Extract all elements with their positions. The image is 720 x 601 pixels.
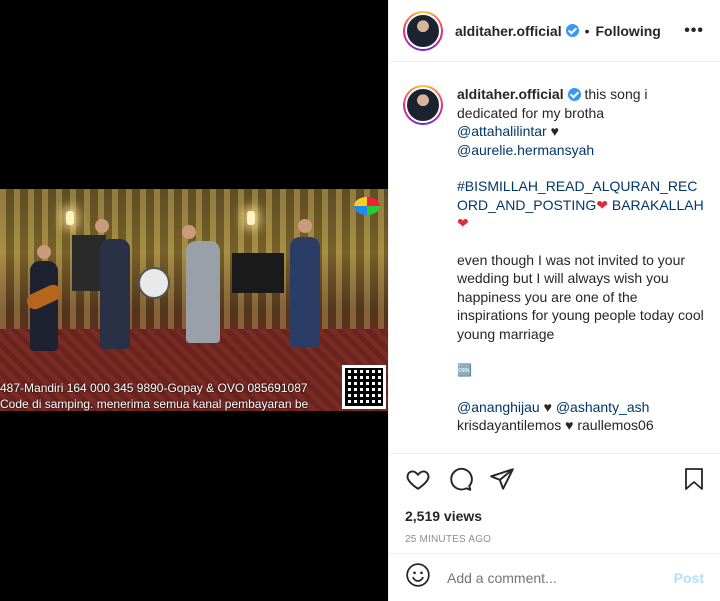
post-header: alditaher.official • Following ••• [389, 0, 720, 62]
person-head [37, 245, 51, 259]
cool-emoji-icon: 🆒 [457, 363, 472, 377]
mention-link[interactable]: @attahalilintar [457, 123, 547, 139]
separator-dot: • [584, 22, 590, 39]
verified-badge-icon [565, 24, 579, 37]
header-username[interactable]: alditaher.official [455, 23, 562, 39]
bookmark-icon[interactable] [682, 466, 706, 492]
mention-link[interactable]: @aurelie.hermansyah [457, 142, 594, 158]
bass-drum [138, 267, 170, 299]
view-count[interactable]: 2,519 views [405, 508, 706, 524]
red-heart-icon: ❤ [457, 215, 469, 231]
mention-link[interactable]: @ashanty_ash [556, 399, 650, 415]
bassist [100, 239, 130, 349]
tag-text: raullemos06 [577, 417, 654, 433]
qr-code [342, 365, 386, 409]
caption-username[interactable]: alditaher.official [457, 86, 564, 102]
post-timestamp[interactable]: 25 MINUTES AGO [405, 534, 706, 545]
person-head [95, 219, 109, 233]
comment-input[interactable] [447, 569, 674, 586]
black-heart-icon: ♥ [550, 123, 559, 139]
verified-badge-icon [567, 88, 581, 101]
ticker-line-1: 487-Mandiri 164 000 345 9890-Gopay & OVO… [0, 381, 308, 395]
share-icon[interactable] [489, 466, 515, 492]
person-head [298, 219, 312, 233]
mention-link[interactable]: @ananghijau [457, 399, 540, 415]
channel-logo-icon [354, 197, 380, 215]
heart-icon[interactable] [405, 466, 431, 492]
video-player[interactable]: 487-Mandiri 164 000 345 9890-Gopay & OVO… [0, 189, 388, 411]
add-comment-bar: Post [389, 553, 720, 601]
comments-area[interactable]: alditaher.official this song i dedicated… [389, 63, 720, 453]
red-heart-icon: ❤ [596, 196, 608, 213]
wall-lamp [66, 211, 74, 225]
post-comment-button[interactable]: Post [674, 570, 704, 586]
caption: alditaher.official this song i dedicated… [403, 85, 704, 453]
avatar[interactable] [403, 85, 443, 125]
caption-body: even though I was not invited to your we… [457, 251, 704, 342]
hashtag-link[interactable]: BARAKALLAH [612, 197, 704, 213]
ticker-line-2: Code di samping. menerima semua kanal pe… [0, 397, 309, 411]
comment-icon[interactable] [447, 466, 473, 492]
emoji-icon[interactable] [405, 562, 431, 593]
following-button[interactable]: Following [596, 23, 661, 39]
keyboard [232, 253, 284, 293]
post-panel: alditaher.official • Following ••• aldit… [388, 0, 720, 601]
black-heart-icon: ♥ [565, 417, 574, 433]
tag-text: krisdayantilemos [457, 417, 562, 433]
avatar[interactable] [403, 10, 443, 51]
black-heart-icon: ♥ [543, 398, 552, 415]
media-area[interactable]: 487-Mandiri 164 000 345 9890-Gopay & OVO… [0, 0, 388, 601]
person-head [182, 225, 196, 239]
action-bar: 2,519 views 25 MINUTES AGO [389, 453, 720, 545]
more-options-icon[interactable]: ••• [684, 22, 704, 40]
guitarist-right [290, 237, 320, 347]
wall-lamp [247, 211, 255, 225]
singer [186, 241, 220, 343]
